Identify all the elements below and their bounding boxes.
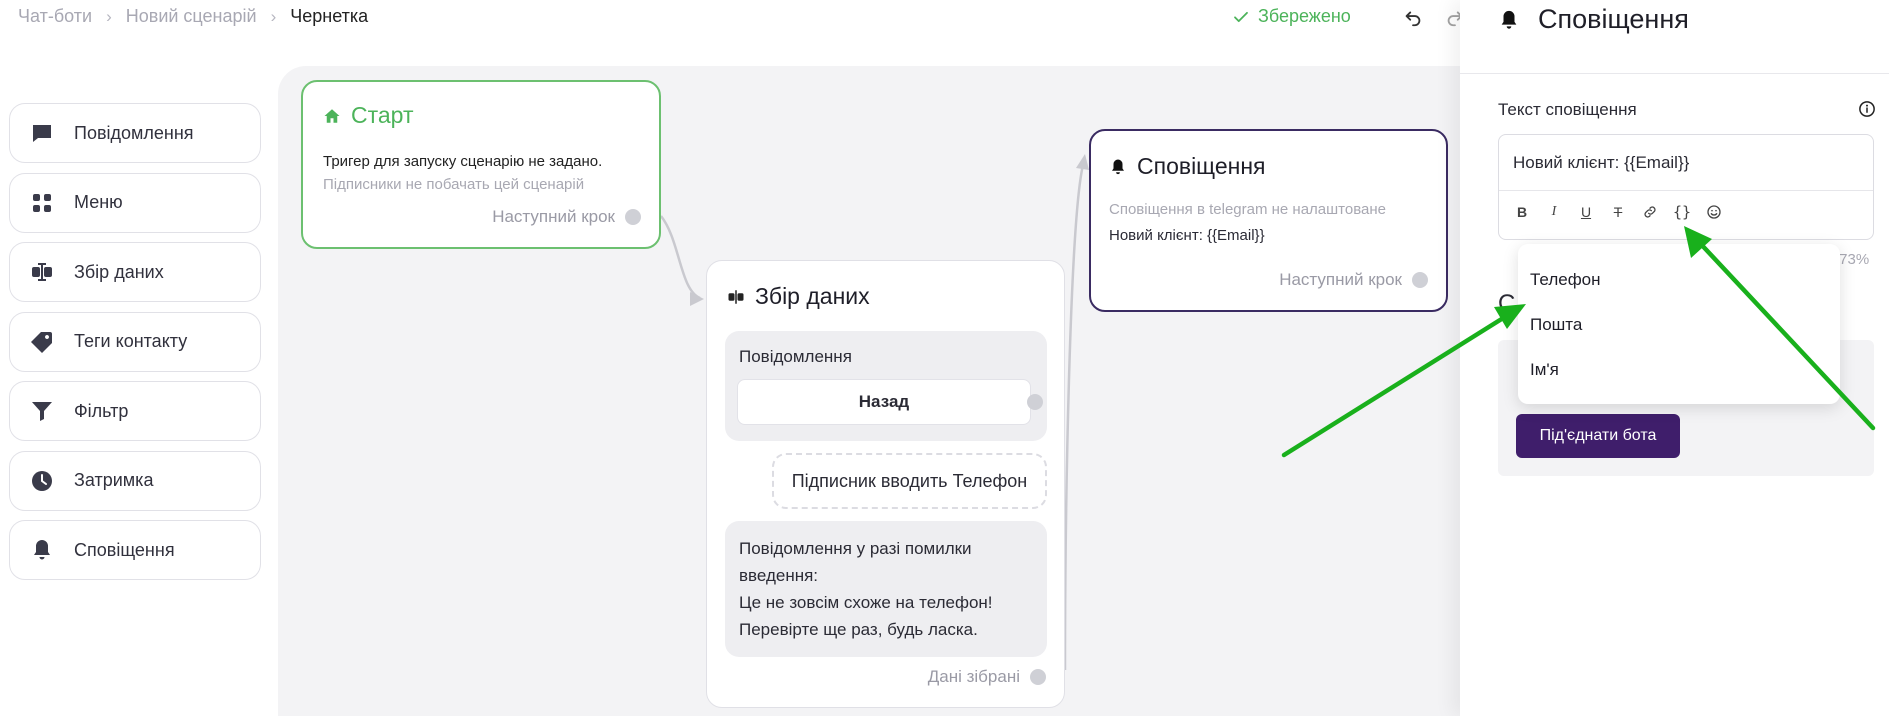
collect-next-step: Дані зібрані — [928, 667, 1046, 687]
saved-status: Збережено — [1232, 6, 1351, 27]
palette-item-label: Фільтр — [74, 400, 129, 421]
strikethrough-icon[interactable]: T — [1609, 203, 1627, 221]
start-next-step: Наступний крок — [492, 207, 641, 227]
block-palette: Повідомлення Меню Збір даних Теги контак… — [9, 103, 261, 590]
notification-text-editor[interactable]: Новий клієнт: {{Email}} B I U T {} — [1498, 134, 1874, 240]
variable-option-phone[interactable]: Телефон — [1530, 270, 1601, 290]
output-port[interactable] — [625, 209, 641, 225]
error-message-block[interactable]: Повідомлення у разі помилки введення: Це… — [725, 521, 1047, 657]
back-output-port[interactable] — [1027, 394, 1043, 410]
editor-text[interactable]: Новий клієнт: {{Email}} — [1513, 153, 1689, 173]
panel-header: Сповіщення — [1460, 0, 1889, 74]
saved-label: Збережено — [1258, 6, 1351, 26]
notify-title-text: Сповіщення — [1137, 153, 1266, 179]
notify-message-text: Новий клієнт: {{Email}} — [1109, 227, 1265, 244]
home-icon — [324, 108, 340, 123]
italic-icon[interactable]: I — [1545, 203, 1563, 221]
info-icon[interactable] — [1858, 100, 1876, 118]
breadcrumb: Чат-боти › Новий сценарій › Чернетка — [18, 6, 368, 27]
next-step-label: Наступний крок — [492, 207, 615, 226]
bold-icon[interactable]: B — [1513, 203, 1531, 221]
grid-icon — [33, 193, 51, 212]
start-hint-text: Підписники не побачать цей сценарій — [323, 176, 585, 193]
chat-bubble-icon — [33, 125, 51, 142]
editor-divider — [1499, 190, 1873, 191]
variable-option-email[interactable]: Пошта — [1530, 315, 1582, 335]
collect-title-text: Збір даних — [755, 283, 870, 309]
error-line: Це не зовсім схоже на телефон! — [739, 593, 993, 612]
subscriber-input-block[interactable]: Підписник вводить Телефон — [772, 453, 1047, 509]
next-step-label: Наступний крок — [1279, 270, 1402, 289]
palette-item-message[interactable]: Повідомлення — [9, 103, 261, 163]
emoji-icon[interactable] — [1705, 203, 1723, 221]
section-heading: С — [1498, 290, 1516, 317]
error-line: Повідомлення у разі помилки — [739, 539, 972, 558]
percent-value: .73% — [1835, 251, 1870, 268]
breadcrumb-chatbots[interactable]: Чат-боти — [18, 6, 92, 27]
variables-dropdown: Телефон Пошта Ім'я — [1518, 244, 1840, 404]
funnel-icon — [32, 402, 52, 421]
palette-item-label: Затримка — [74, 470, 154, 490]
palette-item-contact-tags[interactable]: Теги контакту — [9, 311, 261, 372]
breadcrumb-new-scenario[interactable]: Новий сценарій — [126, 6, 257, 27]
breadcrumb-draft: Чернетка — [290, 6, 369, 26]
bell-icon — [34, 540, 50, 560]
error-line: введення: — [739, 566, 819, 585]
input-cursor-icon — [728, 289, 744, 304]
message-label: Повідомлення — [739, 347, 852, 366]
variables-icon[interactable]: {} — [1673, 203, 1691, 221]
panel-title: Сповіщення — [1498, 4, 1689, 35]
connect-bot-button[interactable]: Під'єднати бота — [1516, 414, 1680, 458]
bell-icon — [1112, 159, 1124, 174]
notification-node[interactable]: Сповіщення Сповіщення в telegram не нала… — [1089, 129, 1448, 312]
start-node-title: Старт — [323, 102, 414, 129]
input-cursor-icon — [32, 263, 52, 281]
collect-data-node[interactable]: Збір даних Повідомлення Назад Підписник … — [706, 260, 1065, 708]
palette-item-label: Меню — [74, 192, 123, 212]
notification-text-label: Текст сповіщення — [1498, 100, 1637, 119]
error-line: Перевірте ще раз, будь ласка. — [739, 620, 978, 639]
clock-icon — [32, 470, 52, 491]
notify-next-step: Наступний крок — [1279, 270, 1428, 290]
palette-item-label: Збір даних — [74, 261, 164, 282]
check-icon — [1234, 11, 1248, 22]
next-step-label: Дані зібрані — [927, 667, 1020, 686]
output-port[interactable] — [1412, 272, 1428, 288]
panel-title-text: Сповіщення — [1538, 4, 1689, 34]
palette-item-collect-data[interactable]: Збір даних — [9, 242, 261, 302]
notify-node-title: Сповіщення — [1109, 153, 1266, 180]
start-trigger-text: Тригер для запуску сценарію не задано. — [323, 153, 603, 170]
palette-item-label: Сповіщення — [74, 539, 175, 560]
palette-item-menu[interactable]: Меню — [9, 172, 261, 233]
bell-icon — [1501, 10, 1517, 29]
back-button[interactable]: Назад — [737, 379, 1031, 425]
start-title-text: Старт — [351, 102, 414, 128]
palette-item-delay[interactable]: Затримка — [9, 450, 261, 511]
palette-item-label: Повідомлення — [74, 122, 194, 143]
breadcrumb-separator: › — [270, 6, 277, 26]
breadcrumb-separator: › — [106, 6, 112, 26]
tag-icon — [31, 331, 52, 353]
notify-warning-text: Сповіщення в telegram не налаштоване — [1109, 201, 1386, 218]
undo-icon[interactable] — [1402, 6, 1424, 28]
underline-icon[interactable]: U — [1577, 203, 1595, 221]
message-block[interactable]: Повідомлення Назад — [725, 331, 1047, 441]
editor-toolbar: B I U T {} — [1513, 203, 1723, 221]
output-port[interactable] — [1030, 669, 1046, 685]
palette-item-filter[interactable]: Фільтр — [9, 381, 261, 441]
collect-node-title: Збір даних — [727, 283, 870, 310]
palette-item-notification[interactable]: Сповіщення — [9, 520, 261, 580]
link-icon[interactable] — [1641, 203, 1659, 221]
variable-option-name[interactable]: Ім'я — [1530, 360, 1559, 380]
start-node[interactable]: Старт Тригер для запуску сценарію не зад… — [301, 80, 661, 249]
palette-item-label: Теги контакту — [74, 331, 188, 351]
